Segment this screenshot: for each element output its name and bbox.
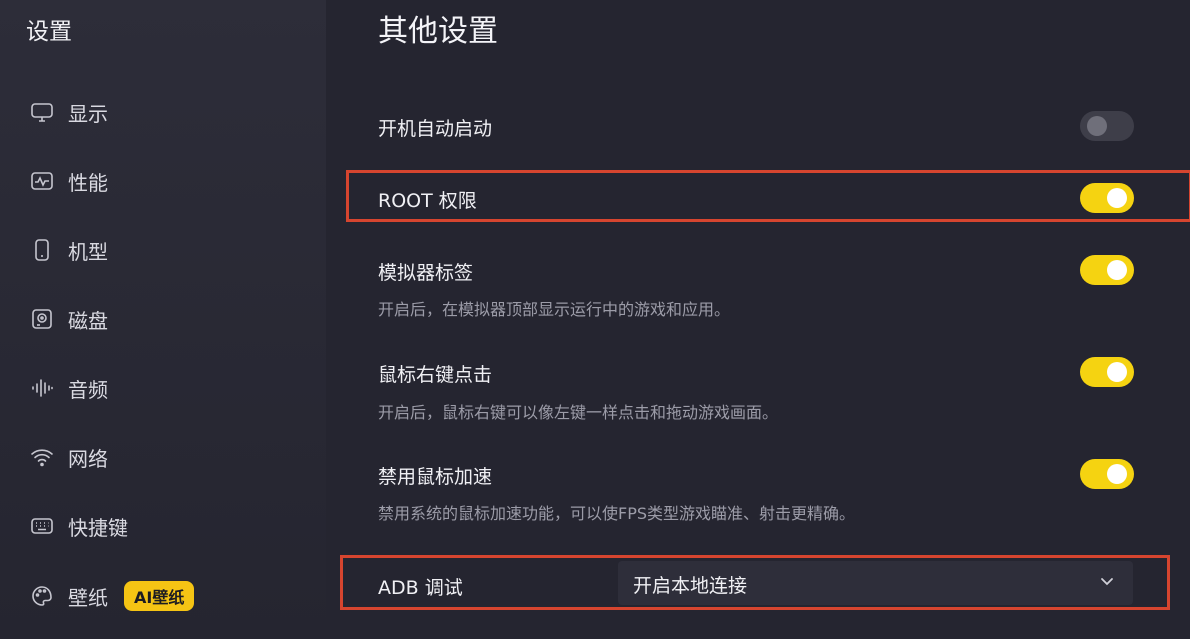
- emulator-tab-label: 模拟器标签: [378, 262, 474, 284]
- monitor-icon: [28, 98, 56, 126]
- adb-debug-select[interactable]: 开启本地连接: [618, 561, 1133, 605]
- sidebar-item-audio[interactable]: 音频: [28, 368, 288, 408]
- mouse-accel-label: 禁用鼠标加速: [378, 466, 493, 488]
- main-panel: 其他设置 开机自动启动 ROOT 权限 模拟器标签 开启后，在模拟器顶部显示运行…: [326, 0, 1190, 639]
- sidebar-item-wallpaper[interactable]: 壁纸 AI壁纸: [28, 576, 288, 616]
- sidebar-item-label: 音频: [68, 377, 108, 402]
- performance-icon: [28, 167, 56, 195]
- right-click-description: 开启后，鼠标右键可以像左键一样点击和拖动游戏画面。: [378, 403, 779, 422]
- emulator-tab-description: 开启后，在模拟器顶部显示运行中的游戏和应用。: [378, 300, 731, 319]
- chevron-down-icon: [1099, 573, 1115, 593]
- sidebar-item-label: 显示: [68, 101, 108, 126]
- right-click-label: 鼠标右键点击: [378, 364, 493, 386]
- adb-debug-label: ADB 调试: [378, 577, 463, 599]
- mouse-accel-toggle[interactable]: [1080, 459, 1134, 489]
- palette-icon: [28, 582, 56, 610]
- sidebar-item-disk[interactable]: 磁盘: [28, 299, 288, 339]
- root-permission-label: ROOT 权限: [378, 190, 477, 212]
- sidebar-item-label: 机型: [68, 239, 108, 264]
- toggle-knob: [1087, 116, 1107, 136]
- sidebar-item-network[interactable]: 网络: [28, 437, 288, 477]
- sidebar-item-display[interactable]: 显示: [28, 92, 288, 132]
- toggle-knob: [1107, 260, 1127, 280]
- wifi-icon: [28, 443, 56, 471]
- toggle-knob: [1107, 362, 1127, 382]
- sidebar-item-label: 壁纸: [68, 585, 108, 610]
- toggle-knob: [1107, 464, 1127, 484]
- phone-icon: [28, 236, 56, 264]
- page-title: 其他设置: [378, 14, 498, 49]
- sidebar-item-performance[interactable]: 性能: [28, 161, 288, 201]
- sidebar-item-label: 性能: [68, 170, 108, 195]
- sidebar-item-model[interactable]: 机型: [28, 230, 288, 270]
- root-permission-toggle[interactable]: [1080, 183, 1134, 213]
- sidebar: 设置 显示 性能 机型 磁盘 音频 网络 快捷键 壁纸 AI壁纸: [0, 0, 326, 639]
- sidebar-item-label: 快捷键: [68, 515, 128, 540]
- sidebar-item-label: 磁盘: [68, 308, 108, 333]
- audio-icon: [28, 374, 56, 402]
- ai-wallpaper-badge[interactable]: AI壁纸: [124, 581, 195, 611]
- toggle-knob: [1107, 188, 1127, 208]
- adb-debug-value: 开启本地连接: [633, 575, 748, 597]
- sidebar-item-shortcuts[interactable]: 快捷键: [28, 506, 288, 546]
- right-click-toggle[interactable]: [1080, 357, 1134, 387]
- sidebar-item-label: 网络: [68, 446, 108, 471]
- sidebar-title: 设置: [26, 19, 72, 45]
- keyboard-icon: [28, 512, 56, 540]
- mouse-accel-description: 禁用系统的鼠标加速功能，可以使FPS类型游戏瞄准、射击更精确。: [378, 504, 856, 523]
- auto-start-label: 开机自动启动: [378, 118, 493, 140]
- emulator-tab-toggle[interactable]: [1080, 255, 1134, 285]
- disk-icon: [28, 305, 56, 333]
- auto-start-toggle[interactable]: [1080, 111, 1134, 141]
